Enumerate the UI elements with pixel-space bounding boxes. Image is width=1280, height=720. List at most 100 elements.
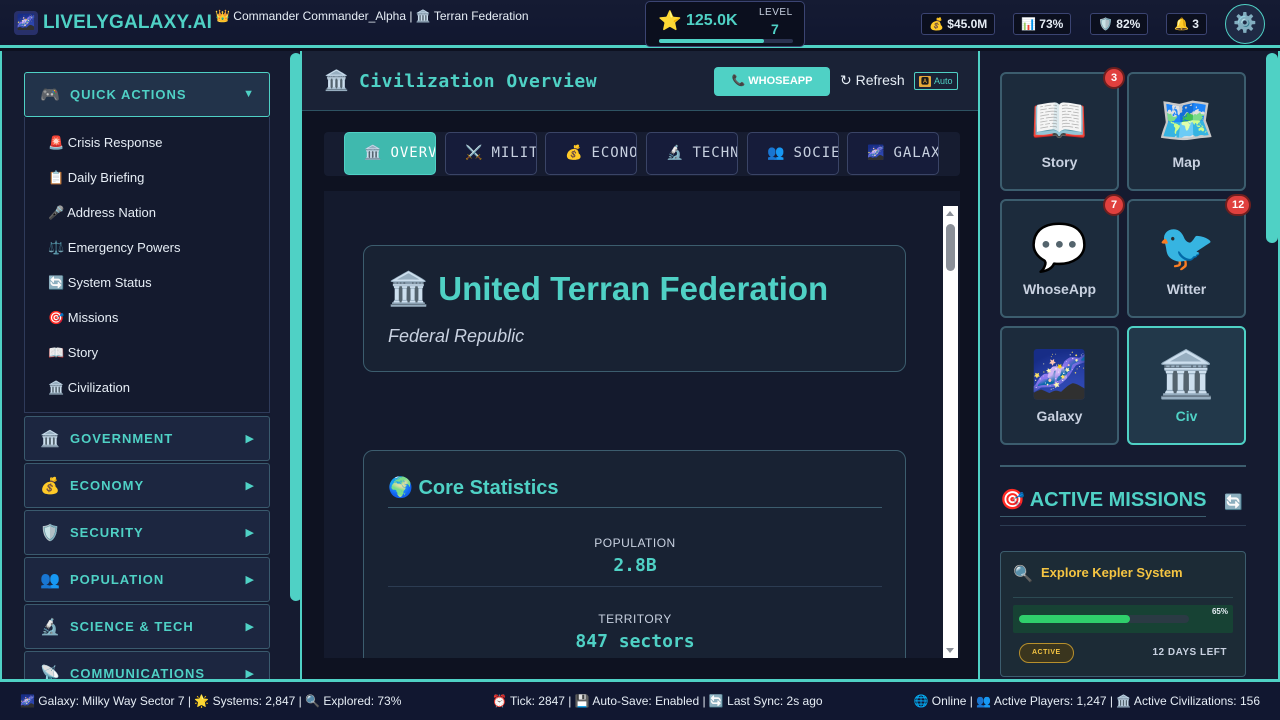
section-population[interactable]: 👥 POPULATION ▶ <box>24 557 270 602</box>
section-label: QUICK ACTIONS <box>70 87 187 102</box>
quick-action-address-nation[interactable]: 🎤 Address Nation <box>48 205 156 221</box>
auto-label: Auto <box>934 76 953 86</box>
section-science-tech[interactable]: 🔬 SCIENCE & TECH ▶ <box>24 604 270 649</box>
chat-bubble-icon: 💬 <box>1030 221 1089 273</box>
app-civ[interactable]: 🏛️ Civ <box>1127 326 1246 445</box>
mission-progress-label: 65% <box>1211 607 1228 616</box>
tab-galaxy[interactable]: 🌌 GALAXY <box>847 132 939 175</box>
auto-icon: 🅰 <box>919 76 931 87</box>
overview-content[interactable]: 🏛️ United Terran Federation Federal Repu… <box>324 191 960 658</box>
tab-bar: 🏛️ OVERVIEW ⚔️ MILITARY 💰 ECONOMY 🔬 TECHNOLO… <box>324 132 960 176</box>
money-bag-icon: 💰 <box>565 145 584 161</box>
commander-info: 👑 Commander Commander_Alpha | 🏛️ Terran … <box>215 9 529 23</box>
mission-name: Explore Kepler System <box>1041 565 1183 580</box>
refresh-button[interactable]: ↻ Refresh <box>840 72 905 89</box>
stat-label-territory: TERRITORY <box>598 612 672 626</box>
app-label: Map <box>1172 154 1201 170</box>
mission-progress-fill <box>1019 615 1130 623</box>
mission-progress-track <box>1019 615 1189 623</box>
quick-action-civilization[interactable]: 🏛️ Civilization <box>48 380 130 396</box>
app-witter[interactable]: 🐦 Witter <box>1127 199 1246 318</box>
gear-icon: ⚙️ <box>1233 13 1257 34</box>
people-icon: 👥 <box>40 571 60 589</box>
microscope-icon: 🔬 <box>40 618 60 636</box>
app-galaxy[interactable]: 🌌 Galaxy <box>1000 326 1119 445</box>
security-stat[interactable]: 🛡️ 82% <box>1090 13 1149 35</box>
logo-text: LIVELYGALAXY.AI <box>43 12 213 33</box>
quick-action-daily-briefing[interactable]: 📋 Daily Briefing <box>48 170 144 186</box>
section-economy[interactable]: 💰 ECONOMY ▶ <box>24 463 270 508</box>
quick-action-crisis-response[interactable]: 🚨 Crisis Response <box>48 135 162 151</box>
section-label: SECURITY <box>70 525 144 540</box>
tab-society[interactable]: 👥 SOCIETY <box>747 132 839 175</box>
content-scrollbar[interactable] <box>943 206 958 658</box>
money-bag-icon: 💰 <box>40 477 60 495</box>
main-panel: 🏛️ Civilization Overview 📞 WHOSEAPP ↻ Re… <box>300 51 980 679</box>
treasury-stat[interactable]: 💰 $45.0M <box>921 13 996 35</box>
magnifier-icon: 🔍 <box>1013 566 1033 583</box>
chevron-right-icon: ▶ <box>245 668 254 679</box>
microscope-icon: 🔬 <box>666 145 685 161</box>
quick-action-emergency-powers[interactable]: ⚖️ Emergency Powers <box>48 240 181 256</box>
scrollbar-thumb[interactable] <box>946 224 955 271</box>
logo[interactable]: 🌌 LIVELYGALAXY.AI <box>14 11 212 35</box>
stat-value-territory: 847 sectors <box>575 631 695 652</box>
quick-action-missions[interactable]: 🎯 Missions <box>48 310 118 326</box>
quick-action-system-status[interactable]: 🔄 System Status <box>48 275 152 291</box>
xp-progress-bar <box>659 39 793 43</box>
chevron-right-icon: ▶ <box>245 433 254 445</box>
section-communications[interactable]: 📡 COMMUNICATIONS ▶ <box>24 651 270 679</box>
app-whoseapp[interactable]: 💬 WhoseApp <box>1000 199 1119 318</box>
tab-overview[interactable]: 🏛️ OVERVIEW <box>344 132 436 175</box>
witter-notification-badge: 12 <box>1225 194 1252 216</box>
settings-button[interactable]: ⚙️ <box>1225 4 1265 44</box>
galaxy-status: 🌌 Galaxy: Milky Way Sector 7 | 🌟 Systems… <box>20 694 402 708</box>
refresh-icon[interactable]: 🔄 <box>1224 493 1243 511</box>
auto-refresh-toggle[interactable]: 🅰 Auto <box>914 72 958 90</box>
scroll-up-arrow-icon[interactable] <box>946 211 954 216</box>
divider <box>388 507 882 508</box>
app-story[interactable]: 📖 Story <box>1000 72 1119 191</box>
whoseapp-button[interactable]: 📞 WHOSEAPP <box>714 67 830 96</box>
tab-technology[interactable]: 🔬 TECHNOLOGY <box>646 132 738 175</box>
government-icon: 🏛️ <box>364 145 383 161</box>
xp-value: 125.0K <box>686 12 738 29</box>
page-title: Civilization Overview <box>359 71 598 92</box>
notifications-stat[interactable]: 🔔 3 <box>1166 13 1207 35</box>
top-bar: 🌌 LIVELYGALAXY.AI 👑 Commander Commander_… <box>0 0 1280 48</box>
approval-stat[interactable]: 📊 73% <box>1013 13 1072 35</box>
section-quick-actions[interactable]: 🎮 QUICK ACTIONS ▼ <box>24 72 270 117</box>
swords-icon: ⚔️ <box>465 145 484 161</box>
app-label: WhoseApp <box>1022 281 1097 297</box>
quick-action-story[interactable]: 📖 Story <box>48 345 98 361</box>
sidebar-scrollbar[interactable] <box>290 53 300 601</box>
app-map[interactable]: 🗺️ Map <box>1127 72 1246 191</box>
tab-economy[interactable]: 💰 ECONOMY <box>545 132 637 175</box>
stat-label-population: POPULATION <box>594 536 676 550</box>
story-notification-badge: 3 <box>1103 67 1125 89</box>
star-icon: ⭐ <box>658 11 682 32</box>
tab-military[interactable]: ⚔️ MILITARY <box>445 132 537 175</box>
divider <box>388 586 882 587</box>
system-status: ⏰ Tick: 2847 | 💾 Auto-Save: Enabled | 🔄 … <box>492 694 823 708</box>
shield-icon: 🛡️ <box>40 524 60 542</box>
galaxy-icon: 🌌 <box>1030 348 1089 400</box>
government-type: Federal Republic <box>388 326 525 346</box>
government-icon: 🏛️ <box>1157 348 1216 400</box>
section-government[interactable]: 🏛️ GOVERNMENT ▶ <box>24 416 270 461</box>
scroll-down-arrow-icon[interactable] <box>946 648 954 653</box>
app-label: Story <box>1041 154 1078 170</box>
tab-label: TECHNOLOGY <box>692 145 738 161</box>
divider <box>1000 516 1206 517</box>
right-panel-scrollbar[interactable] <box>1266 53 1278 243</box>
mission-card[interactable]: 🔍 Explore Kepler System 65% ACTIVE 12 DA… <box>1000 551 1246 677</box>
map-icon: 🗺️ <box>1157 94 1216 146</box>
section-security[interactable]: 🛡️ SECURITY ▶ <box>24 510 270 555</box>
civilization-card: 🏛️ United Terran Federation Federal Repu… <box>363 245 906 372</box>
level-value: 7 <box>771 21 779 37</box>
government-icon: 🏛️ <box>40 430 60 448</box>
civilization-name: 🏛️ United Terran Federation <box>388 270 829 307</box>
chevron-down-icon: ▼ <box>243 88 254 100</box>
left-sidebar: 🎮 QUICK ACTIONS ▼ 🚨 Crisis Response 📋 Da… <box>0 51 300 679</box>
chevron-right-icon: ▶ <box>245 621 254 633</box>
